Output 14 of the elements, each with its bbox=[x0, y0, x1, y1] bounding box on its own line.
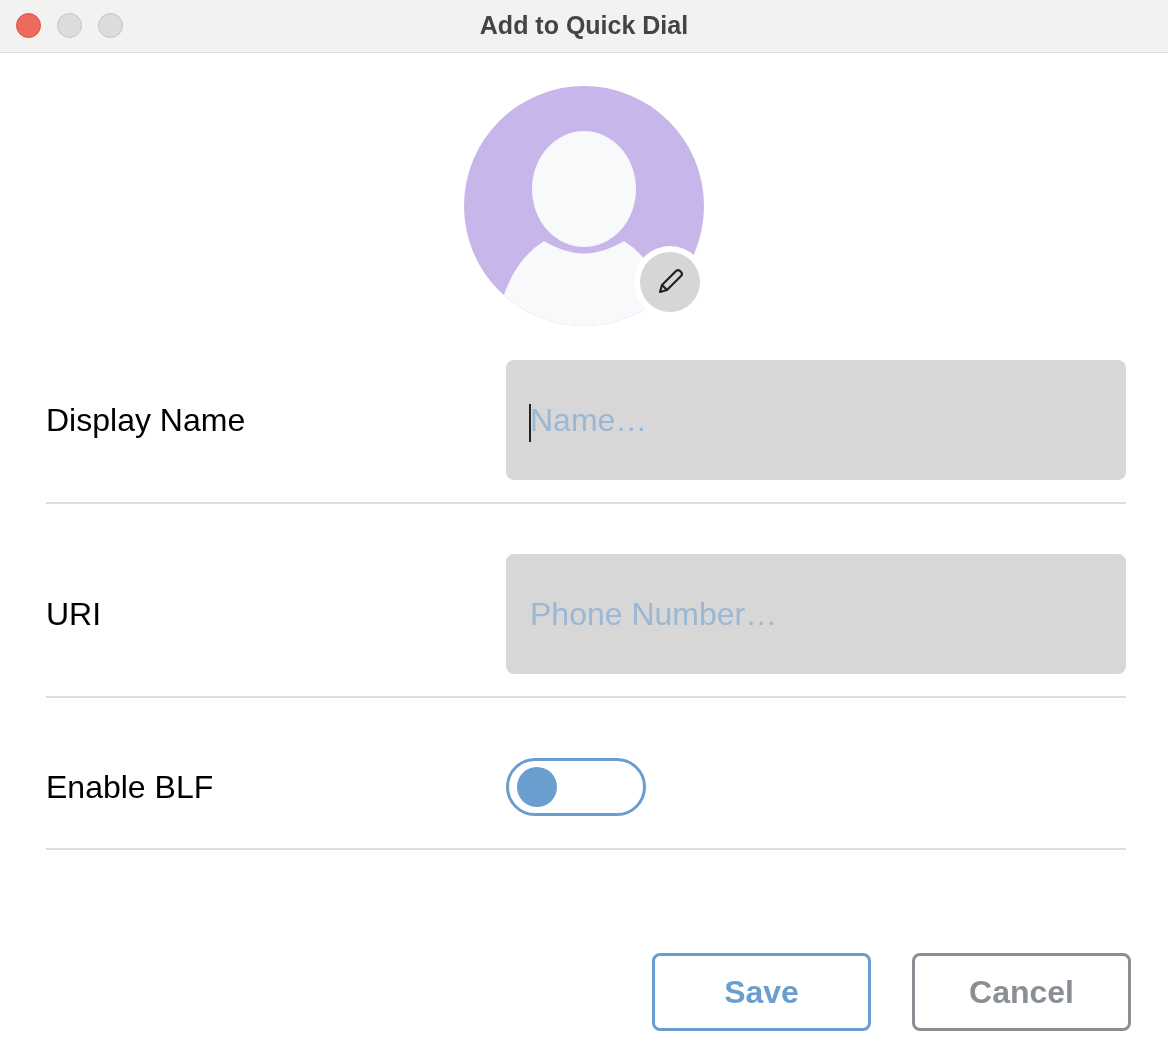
input-field[interactable]: Phone Number… bbox=[506, 554, 1126, 674]
edit-button[interactable] bbox=[640, 252, 700, 312]
minimize-button[interactable] bbox=[57, 13, 82, 38]
toggle-switch[interactable] bbox=[506, 758, 646, 816]
field-label: Enable BLF bbox=[46, 768, 215, 807]
close-button[interactable] bbox=[16, 13, 41, 38]
field-label: Display Name bbox=[46, 401, 247, 440]
input-field[interactable]: Name… bbox=[506, 360, 1126, 480]
avatar-icon bbox=[464, 86, 704, 326]
cancel-button[interactable]: Cancel bbox=[912, 953, 1131, 1031]
zoom-button[interactable] bbox=[98, 13, 123, 38]
window-title: Add to Quick Dial bbox=[479, 11, 689, 40]
field-label: URI bbox=[46, 595, 103, 634]
save-button[interactable]: Save bbox=[652, 953, 871, 1031]
